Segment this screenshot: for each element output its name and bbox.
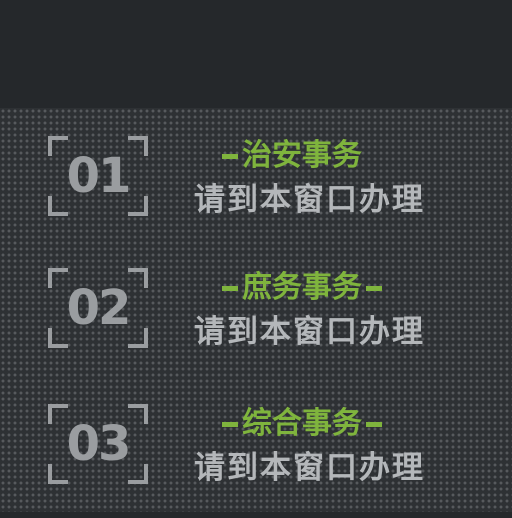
dash-left — [222, 154, 238, 159]
service-title: 综合事务 — [242, 406, 362, 441]
number-badge: 01 — [46, 134, 150, 218]
service-title-line: 庶务事务 — [218, 268, 386, 308]
number-badge: 02 — [46, 266, 150, 350]
window-number: 02 — [66, 280, 132, 336]
window-number: 01 — [66, 148, 132, 204]
dash-right — [366, 286, 382, 291]
window-item-3: 03 综合事务 请到本窗口办理 — [0, 398, 512, 518]
service-title: 治安事务 — [242, 138, 362, 173]
number-badge: 03 — [46, 402, 150, 486]
dash-right — [366, 422, 382, 427]
window-number: 03 — [66, 416, 132, 472]
service-subtitle: 请到本窗口办理 — [194, 182, 425, 218]
service-subtitle: 请到本窗口办理 — [194, 450, 425, 486]
dash-left — [222, 422, 238, 427]
window-item-1: 01 治安事务 请到本窗口办理 — [0, 130, 512, 250]
service-title: 庶务事务 — [242, 270, 362, 305]
service-title-line: 治安事务 — [218, 136, 362, 176]
service-subtitle: 请到本窗口办理 — [194, 314, 425, 350]
service-title-line: 综合事务 — [218, 404, 386, 444]
top-band — [0, 0, 512, 108]
dash-left — [222, 286, 238, 291]
window-item-2: 02 庶务事务 请到本窗口办理 — [0, 262, 512, 382]
